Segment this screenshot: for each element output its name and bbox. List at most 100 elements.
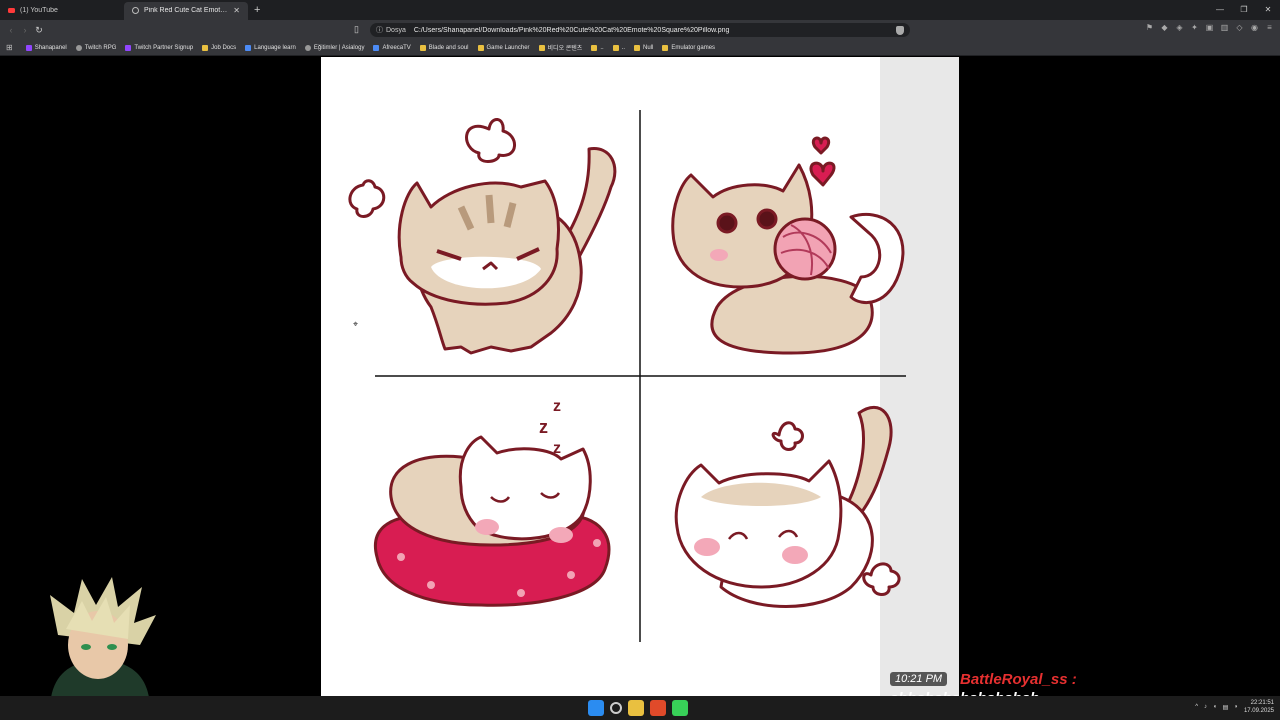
new-tab-button[interactable]: + [254,4,260,16]
steam-puff [348,179,386,218]
puff-cloud [771,421,804,451]
bookmarks-bar: ⊞ Shanapanel Twitch RPG Twitch Partner Sig… [0,40,1280,56]
folder-icon [634,44,641,51]
screenshot-icon[interactable]: ▣ [1205,23,1214,32]
puff-cloud [862,562,901,596]
bookmark-label: Language learn [254,44,296,51]
brave-shield-icon[interactable] [896,25,904,35]
bookmark-item[interactable]: Null [634,44,654,51]
close-tab-icon[interactable]: ✕ [233,6,240,15]
bookmark-item[interactable]: .. [612,44,626,51]
cat-emote-image: z z z [321,57,959,696]
cat-eye [756,208,778,230]
bookmark-item[interactable]: Twitch RPG [75,44,117,51]
sleeping-cat: z z z [374,398,611,607]
network-icon[interactable]: ▤ [1223,704,1229,711]
bookmark-favicon-icon [25,44,32,51]
bookmark-label: AfreecaTV [382,44,411,51]
tab-youtube[interactable]: (1) YouTube [0,2,124,20]
kick-app-icon[interactable] [672,700,688,716]
minimize-button[interactable]: — [1208,0,1232,20]
vpn-icon[interactable]: ◉ [1250,23,1259,32]
blush [782,546,808,564]
sidebar-icon[interactable]: ▥ [1220,23,1229,32]
translate-icon[interactable]: ⚑ [1145,23,1154,32]
system-tray: ^ ♪ ◖ ▤ ◗ 22:21:51 17.09.2025 [1195,699,1274,715]
bookmark-item[interactable]: Blade and soul [419,44,469,51]
bookmark-item[interactable]: AfreecaTV [373,44,411,51]
bookmark-label: Null [643,44,654,51]
back-button[interactable]: ‹ [4,25,18,35]
blush [710,249,728,261]
menu-icon[interactable]: ≡ [1265,23,1274,32]
chat-timestamp: 10:21 PM [890,672,948,686]
bookmark-icon[interactable]: ▯ [354,24,359,35]
clock[interactable]: 22:21:51 17.09.2025 [1244,699,1274,715]
scheme-label: Dosya [386,26,406,34]
search-icon[interactable] [610,702,622,714]
window-controls: — ❐ ✕ [1208,0,1280,20]
folder-icon [202,44,209,51]
bookmark-favicon-icon [245,44,252,51]
folder-icon [538,44,545,51]
restore-button[interactable]: ❐ [1232,0,1256,20]
image-viewer: z z z ⌖ [0,57,1280,696]
extension-icon[interactable]: ◆ [1160,23,1169,32]
bookmark-item[interactable]: .. [591,44,604,51]
close-window-button[interactable]: ✕ [1256,0,1280,20]
zzz-mark: z [539,417,548,437]
extension-icon[interactable]: ◈ [1175,23,1184,32]
chat-username: BattleRoyal_ss : [960,671,1077,688]
address-bar[interactable]: ⓘ Dosya C:/Users/Shanapanel/Downloads/Pi… [370,23,910,37]
bookmark-item[interactable]: Shanapanel [25,44,67,51]
site-info[interactable]: ⓘ Dosya [376,25,406,35]
microphone-icon[interactable]: ♪ [1204,704,1207,710]
tab-title: (1) YouTube [20,7,58,14]
bookmark-item[interactable]: Emulator games [662,44,715,51]
cat-tail [849,212,905,304]
volume-icon[interactable]: ◗ [1234,704,1238,710]
bookmark-favicon-icon [304,44,311,51]
bookmark-favicon-icon [373,44,380,51]
bookmark-item[interactable]: Game Launcher [477,44,530,51]
yarn-ball [773,217,837,281]
taskbar-apps [588,700,688,716]
heart-icon [809,161,836,187]
folder-icon [591,44,598,51]
cat-tail [845,406,893,515]
forward-button[interactable]: › [18,25,32,35]
heart-icon [811,136,831,155]
apps-grid-icon[interactable]: ⊞ [6,43,13,52]
bookmark-item[interactable]: 비디오 콘텐츠 [538,43,583,52]
bookmark-favicon-icon [75,44,82,51]
bookmark-item[interactable]: Twitch Partner Signup [125,44,193,51]
reload-button[interactable]: ↻ [32,25,46,36]
zzz-mark: z [553,398,561,415]
screen: (1) YouTube Pink Red Cute Cat Emote Squa… [0,0,1280,720]
bookmark-label: .. [621,44,626,51]
bookmark-item[interactable]: Job Docs [202,44,236,51]
globe-icon [132,7,139,14]
brave-browser-icon[interactable] [650,700,666,716]
extension-icons: ⚑ ◆ ◈ ✦ ▣ ▥ ◇ ◉ ≡ [1145,23,1274,32]
start-button[interactable] [588,700,604,716]
wallet-icon[interactable]: ◇ [1235,23,1244,32]
yarn-cat [671,136,905,355]
cat-emotes-illustration: z z z [348,110,906,642]
bookmark-label: 비디오 콘텐츠 [547,46,583,52]
url-text[interactable]: C:/Users/Shanapanel/Downloads/Pink%20Red… [414,27,730,34]
bookmark-label: Blade and soul [428,44,469,51]
happy-cat [674,406,901,608]
tab-strip: (1) YouTube Pink Red Cute Cat Emote Squa… [0,0,1280,20]
tab-image[interactable]: Pink Red Cute Cat Emote Square Pillow.pn… [124,1,248,20]
bookmark-item[interactable]: Language learn [245,44,296,51]
bookmark-item[interactable]: Eğitimler | Asialogy [304,44,364,51]
folder-icon [477,44,484,51]
blush [549,527,573,543]
speaker-icon[interactable]: ◖ [1213,704,1217,710]
bookmark-label: Twitch RPG [84,44,117,51]
puzzle-icon[interactable]: ✦ [1190,23,1199,32]
file-explorer-icon[interactable] [628,700,644,716]
clock-date: 17.09.2025 [1243,708,1274,714]
chevron-up-icon[interactable]: ^ [1195,704,1198,710]
